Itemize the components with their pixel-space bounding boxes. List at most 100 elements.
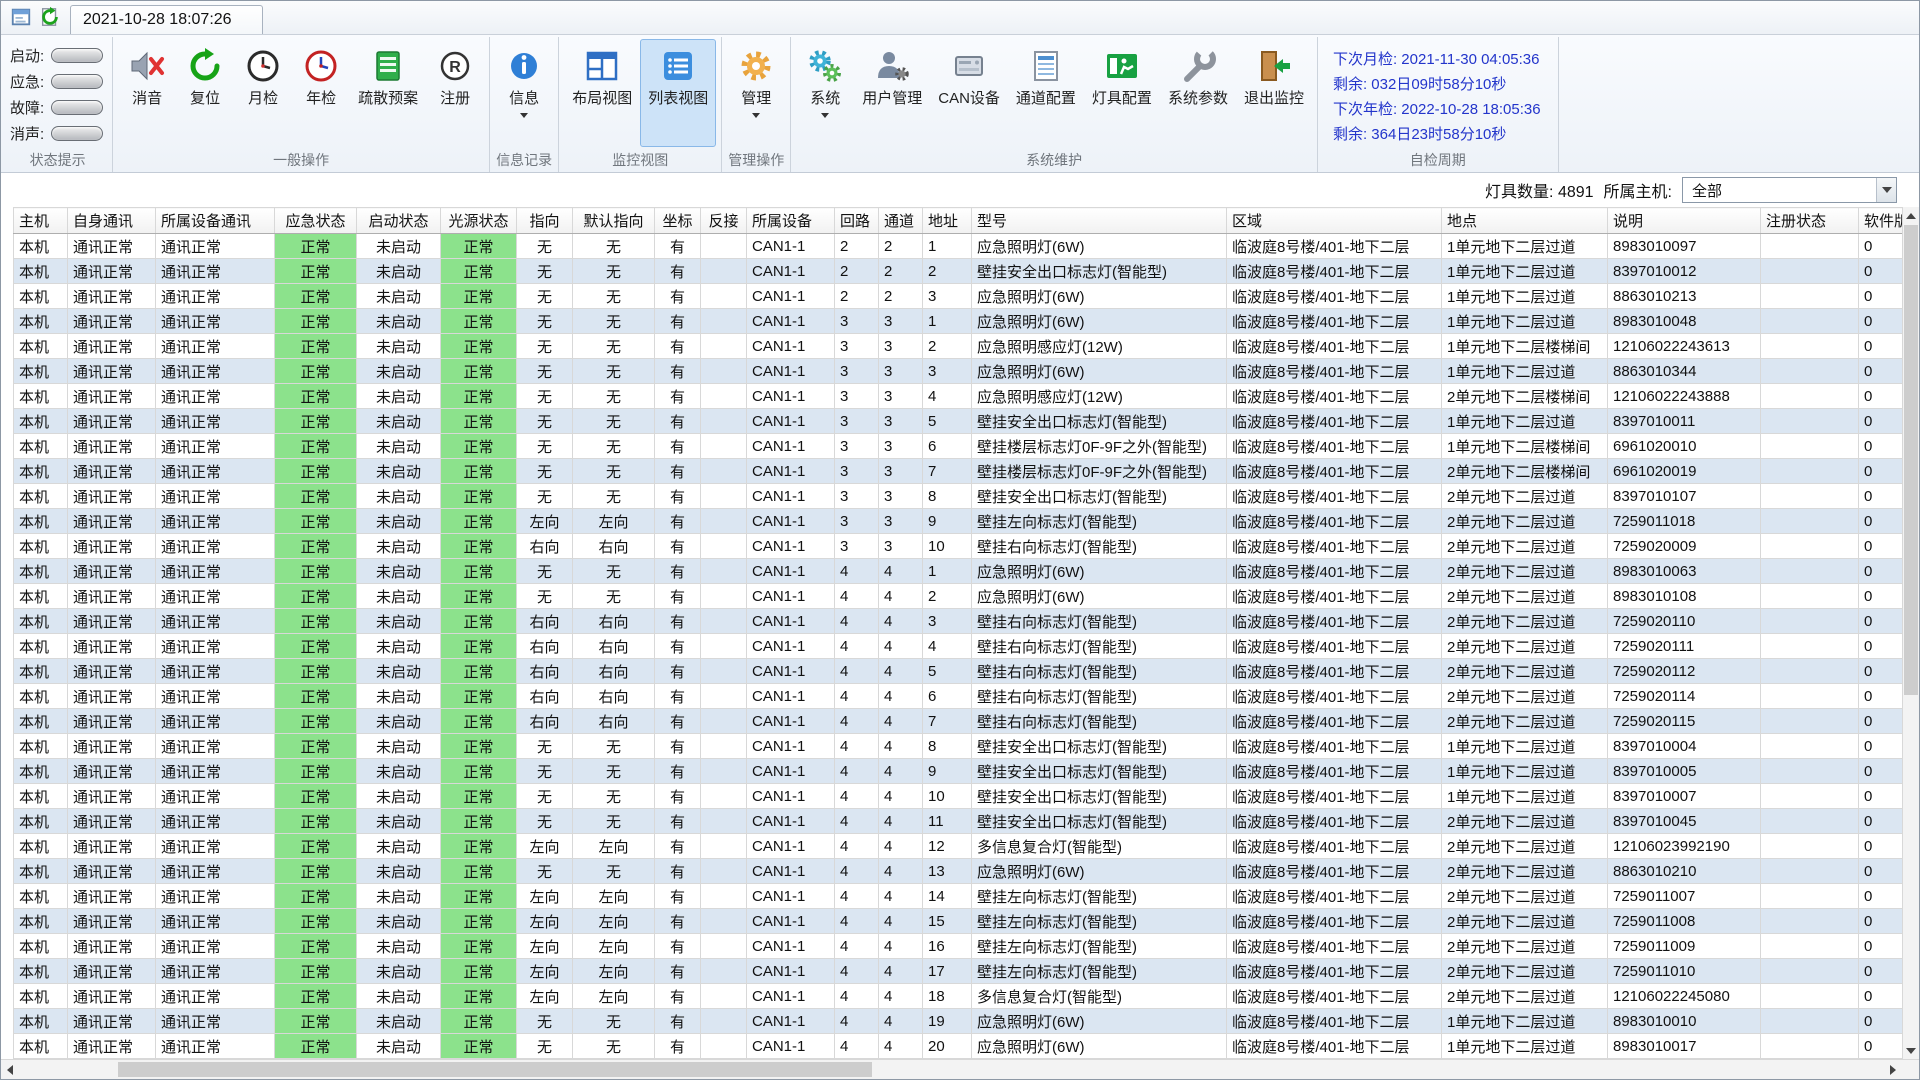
reset-button[interactable]: 复位 bbox=[176, 39, 234, 147]
column-header[interactable]: 坐标 bbox=[655, 208, 701, 234]
table-row[interactable]: 本机通讯正常通讯正常正常未启动正常左向左向有CAN1-14414壁挂左向标志灯(… bbox=[14, 884, 1903, 909]
manage-dropdown-button[interactable]: 管理 bbox=[727, 39, 785, 147]
can-device-button[interactable]: CAN设备 bbox=[930, 39, 1008, 147]
table-row[interactable]: 本机通讯正常通讯正常正常未启动正常无无有CAN1-14410壁挂安全出口标志灯(… bbox=[14, 784, 1903, 809]
table-row[interactable]: 本机通讯正常通讯正常正常未启动正常无无有CAN1-1334应急照明感应灯(12W… bbox=[14, 384, 1903, 409]
mute-button[interactable]: 消音 bbox=[118, 39, 176, 147]
layout-view-button[interactable]: 布局视图 bbox=[564, 39, 640, 147]
table-cell: 2 bbox=[879, 259, 923, 284]
list-view-button[interactable]: 列表视图 bbox=[640, 39, 716, 147]
table-row[interactable]: 本机通讯正常通讯正常正常未启动正常无无有CAN1-1331应急照明灯(6W)临波… bbox=[14, 309, 1903, 334]
table-row[interactable]: 本机通讯正常通讯正常正常未启动正常左向左向有CAN1-14415壁挂左向标志灯(… bbox=[14, 909, 1903, 934]
column-header[interactable]: 光源状态 bbox=[441, 208, 517, 234]
table-row[interactable]: 本机通讯正常通讯正常正常未启动正常无无有CAN1-1335壁挂安全出口标志灯(智… bbox=[14, 409, 1903, 434]
column-header[interactable]: 所属设备通讯 bbox=[156, 208, 275, 234]
table-row[interactable]: 本机通讯正常通讯正常正常未启动正常右向右向有CAN1-1447壁挂右向标志灯(智… bbox=[14, 709, 1903, 734]
table-row[interactable]: 本机通讯正常通讯正常正常未启动正常右向右向有CAN1-1443壁挂右向标志灯(智… bbox=[14, 609, 1903, 634]
table-cell: 通讯正常 bbox=[156, 634, 275, 659]
column-header[interactable]: 应急状态 bbox=[275, 208, 357, 234]
column-header[interactable]: 区域 bbox=[1227, 208, 1442, 234]
table-row[interactable]: 本机通讯正常通讯正常正常未启动正常无无有CAN1-1336壁挂楼层标志灯0F-9… bbox=[14, 434, 1903, 459]
column-header[interactable]: 所属设备 bbox=[747, 208, 835, 234]
host-select[interactable]: 全部 bbox=[1682, 177, 1897, 203]
table-row[interactable]: 本机通讯正常通讯正常正常未启动正常左向左向有CAN1-14417壁挂左向标志灯(… bbox=[14, 959, 1903, 984]
evacuation-plan-button[interactable]: 疏散预案 bbox=[350, 39, 426, 147]
vertical-scroll-thumb[interactable] bbox=[1904, 225, 1918, 695]
system-params-button[interactable]: 系统参数 bbox=[1160, 39, 1236, 147]
table-cell: 未启动 bbox=[357, 784, 441, 809]
table-row[interactable]: 本机通讯正常通讯正常正常未启动正常左向左向有CAN1-14412多信息复合灯(智… bbox=[14, 834, 1903, 859]
column-header[interactable]: 反接 bbox=[701, 208, 747, 234]
column-header[interactable]: 型号 bbox=[972, 208, 1227, 234]
table-row[interactable]: 本机通讯正常通讯正常正常未启动正常右向右向有CAN1-1446壁挂右向标志灯(智… bbox=[14, 684, 1903, 709]
column-header[interactable]: 地址 bbox=[923, 208, 972, 234]
table-row[interactable]: 本机通讯正常通讯正常正常未启动正常无无有CAN1-1221应急照明灯(6W)临波… bbox=[14, 234, 1903, 259]
lamp-config-button[interactable]: 灯具配置 bbox=[1084, 39, 1160, 147]
user-manage-button[interactable]: 用户管理 bbox=[854, 39, 930, 147]
channel-config-button[interactable]: 通道配置 bbox=[1008, 39, 1084, 147]
table-row[interactable]: 本机通讯正常通讯正常正常未启动正常右向右向有CAN1-1444壁挂右向标志灯(智… bbox=[14, 634, 1903, 659]
ribbon-group-system-maintenance: 系统 用户管理 CAN设备 bbox=[791, 37, 1318, 172]
info-dropdown-button[interactable]: 信息 bbox=[495, 39, 553, 147]
table-row[interactable]: 本机通讯正常通讯正常正常未启动正常无无有CAN1-1223应急照明灯(6W)临波… bbox=[14, 284, 1903, 309]
table-row[interactable]: 本机通讯正常通讯正常正常未启动正常无无有CAN1-1333应急照明灯(6W)临波… bbox=[14, 359, 1903, 384]
table-cell: 左向 bbox=[517, 984, 573, 1009]
column-header[interactable]: 通道 bbox=[879, 208, 923, 234]
column-header[interactable]: 默认指向 bbox=[573, 208, 655, 234]
column-header[interactable]: 软件版本 bbox=[1859, 208, 1903, 234]
column-header[interactable]: 指向 bbox=[517, 208, 573, 234]
table-row[interactable]: 本机通讯正常通讯正常正常未启动正常无无有CAN1-1441应急照明灯(6W)临波… bbox=[14, 559, 1903, 584]
scroll-right-button[interactable] bbox=[1884, 1060, 1902, 1079]
vertical-scrollbar[interactable] bbox=[1902, 207, 1919, 1059]
reset-icon bbox=[186, 47, 224, 85]
host-select-dropdown-button[interactable] bbox=[1876, 178, 1896, 202]
table-cell: 4 bbox=[879, 934, 923, 959]
column-header[interactable]: 主机 bbox=[14, 208, 68, 234]
table-row[interactable]: 本机通讯正常通讯正常正常未启动正常无无有CAN1-1332应急照明感应灯(12W… bbox=[14, 334, 1903, 359]
document-tab[interactable]: 2021-10-28 18:07:26 bbox=[70, 5, 263, 34]
monthly-check-button[interactable]: 月检 bbox=[234, 39, 292, 147]
table-row[interactable]: 本机通讯正常通讯正常正常未启动正常无无有CAN1-1222壁挂安全出口标志灯(智… bbox=[14, 259, 1903, 284]
table-cell: 正常 bbox=[275, 359, 357, 384]
table-cell: 2 bbox=[835, 284, 879, 309]
table-row[interactable]: 本机通讯正常通讯正常正常未启动正常无无有CAN1-14420应急照明灯(6W)临… bbox=[14, 1034, 1903, 1059]
column-header[interactable]: 地点 bbox=[1442, 208, 1608, 234]
table-row[interactable]: 本机通讯正常通讯正常正常未启动正常无无有CAN1-14411壁挂安全出口标志灯(… bbox=[14, 809, 1903, 834]
table-row[interactable]: 本机通讯正常通讯正常正常未启动正常左向左向有CAN1-14418多信息复合灯(智… bbox=[14, 984, 1903, 1009]
table-cell: 8983010010 bbox=[1608, 1009, 1761, 1034]
horizontal-scroll-thumb[interactable] bbox=[118, 1062, 872, 1077]
table-cell: 3 bbox=[835, 409, 879, 434]
exit-monitor-button[interactable]: 退出监控 bbox=[1236, 39, 1312, 147]
column-header[interactable]: 注册状态 bbox=[1761, 208, 1859, 234]
reset-label: 复位 bbox=[190, 90, 220, 108]
table-row[interactable]: 本机通讯正常通讯正常正常未启动正常无无有CAN1-14413应急照明灯(6W)临… bbox=[14, 859, 1903, 884]
table-row[interactable]: 本机通讯正常通讯正常正常未启动正常左向左向有CAN1-1339壁挂左向标志灯(智… bbox=[14, 509, 1903, 534]
refresh-view-icon[interactable] bbox=[38, 5, 62, 29]
chevron-down-icon bbox=[520, 113, 528, 118]
scroll-down-button[interactable] bbox=[1903, 1042, 1919, 1059]
scroll-up-button[interactable] bbox=[1903, 207, 1919, 224]
table-cell: 右向 bbox=[573, 659, 655, 684]
table-row[interactable]: 本机通讯正常通讯正常正常未启动正常左向左向有CAN1-14416壁挂左向标志灯(… bbox=[14, 934, 1903, 959]
horizontal-scrollbar[interactable] bbox=[1, 1059, 1919, 1079]
column-header[interactable]: 回路 bbox=[835, 208, 879, 234]
app-form-icon[interactable] bbox=[9, 5, 33, 29]
table-row[interactable]: 本机通讯正常通讯正常正常未启动正常右向右向有CAN1-1445壁挂右向标志灯(智… bbox=[14, 659, 1903, 684]
table-row[interactable]: 本机通讯正常通讯正常正常未启动正常无无有CAN1-14419应急照明灯(6W)临… bbox=[14, 1009, 1903, 1034]
table-cell: CAN1-1 bbox=[747, 334, 835, 359]
scroll-left-button[interactable] bbox=[1, 1060, 19, 1079]
table-cell: 4 bbox=[835, 859, 879, 884]
annual-check-button[interactable]: 年检 bbox=[292, 39, 350, 147]
column-header[interactable]: 启动状态 bbox=[357, 208, 441, 234]
silence-indicator-led bbox=[51, 126, 103, 141]
register-button[interactable]: R 注册 bbox=[426, 39, 484, 147]
table-row[interactable]: 本机通讯正常通讯正常正常未启动正常无无有CAN1-1448壁挂安全出口标志灯(智… bbox=[14, 734, 1903, 759]
table-row[interactable]: 本机通讯正常通讯正常正常未启动正常右向右向有CAN1-13310壁挂右向标志灯(… bbox=[14, 534, 1903, 559]
table-row[interactable]: 本机通讯正常通讯正常正常未启动正常无无有CAN1-1338壁挂安全出口标志灯(智… bbox=[14, 484, 1903, 509]
table-row[interactable]: 本机通讯正常通讯正常正常未启动正常无无有CAN1-1337壁挂楼层标志灯0F-9… bbox=[14, 459, 1903, 484]
table-row[interactable]: 本机通讯正常通讯正常正常未启动正常无无有CAN1-1449壁挂安全出口标志灯(智… bbox=[14, 759, 1903, 784]
column-header[interactable]: 自身通讯 bbox=[68, 208, 156, 234]
table-row[interactable]: 本机通讯正常通讯正常正常未启动正常无无有CAN1-1442应急照明灯(6W)临波… bbox=[14, 584, 1903, 609]
column-header[interactable]: 说明 bbox=[1608, 208, 1761, 234]
system-dropdown-button[interactable]: 系统 bbox=[796, 39, 854, 147]
